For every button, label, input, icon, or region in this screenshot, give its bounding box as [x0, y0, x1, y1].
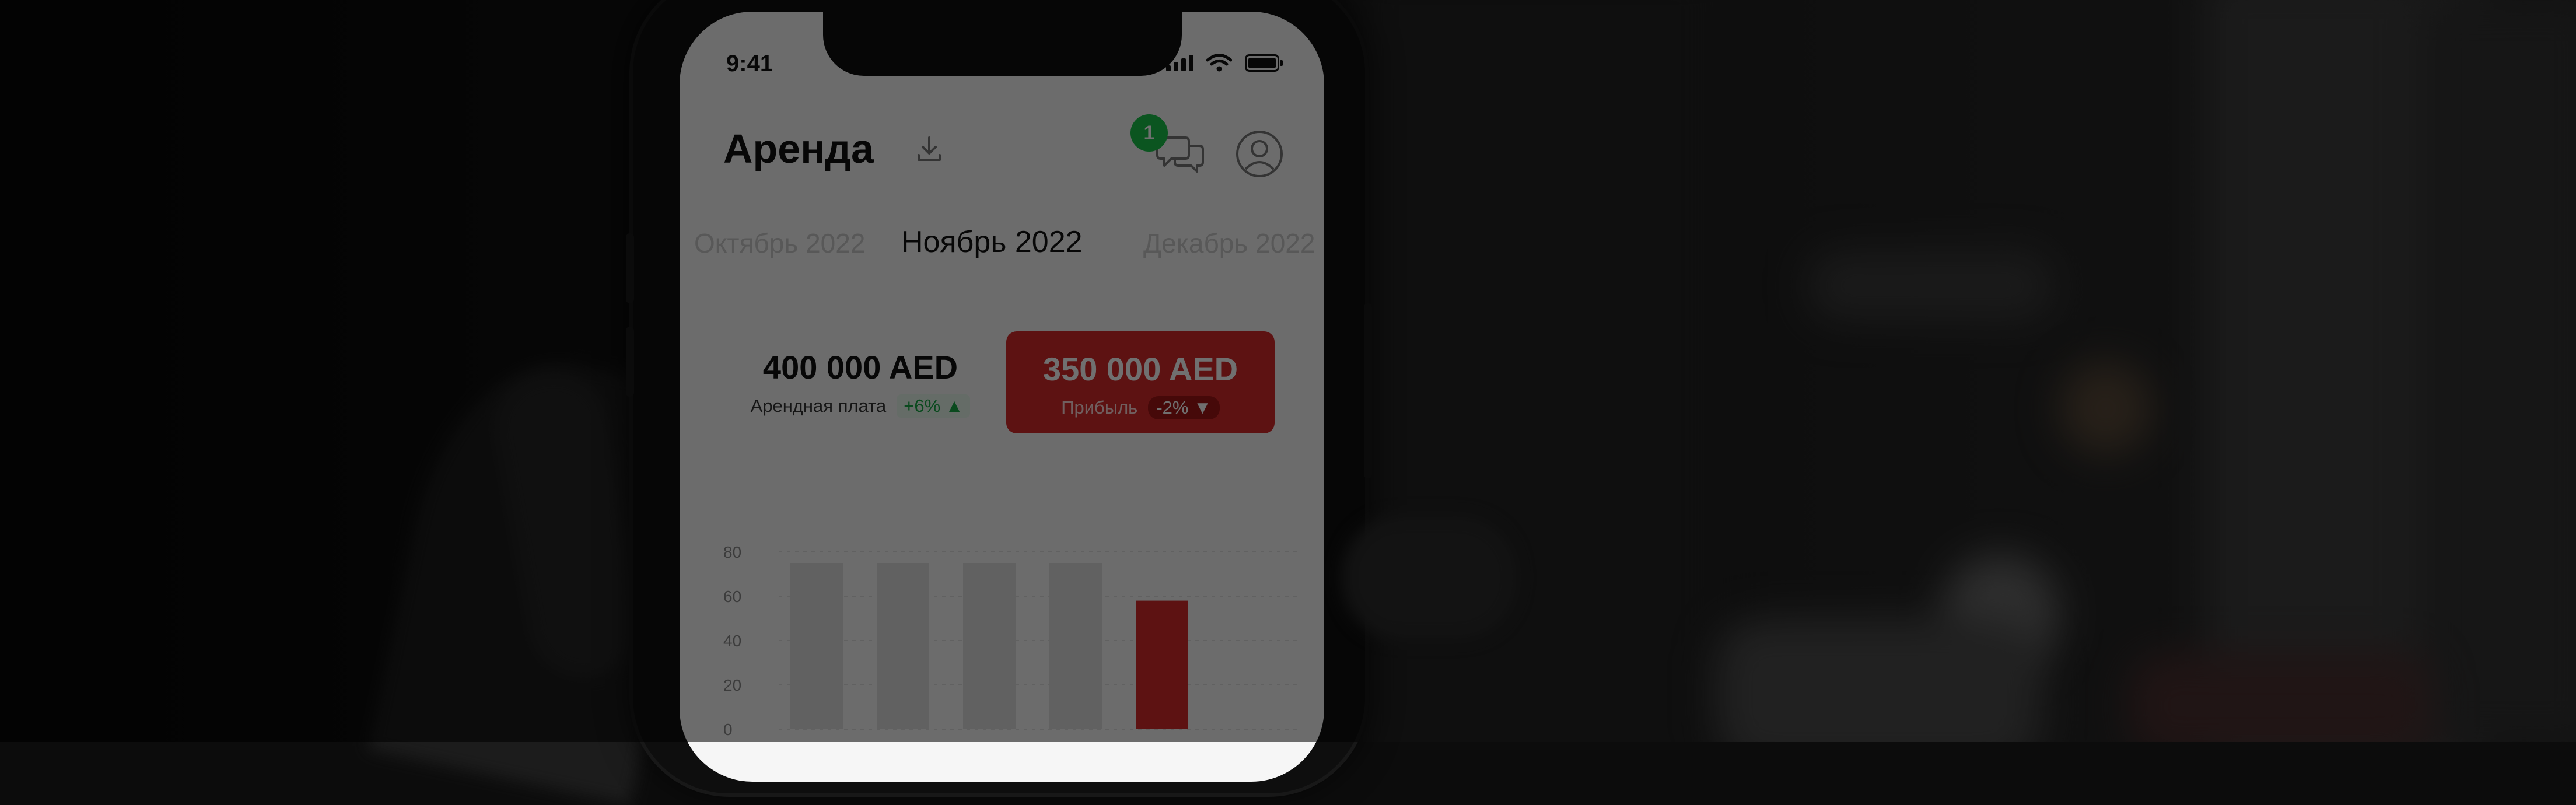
- notification-badge: 1: [1130, 114, 1168, 152]
- volume-button: [626, 233, 634, 303]
- bar[interactable]: [963, 563, 1016, 729]
- profit-label: Прибыль: [1061, 397, 1138, 418]
- profile-icon[interactable]: [1234, 128, 1285, 180]
- bar[interactable]: [1049, 563, 1102, 729]
- status-icons: [1166, 54, 1283, 72]
- y-tick-label: 20: [723, 676, 741, 694]
- hand-finger: [1342, 516, 1517, 639]
- notch: [823, 12, 1182, 76]
- battery-icon: [1245, 54, 1283, 72]
- tab-next-month[interactable]: Декабрь 2022: [1143, 228, 1315, 259]
- rent-label: Арендная плата: [750, 396, 887, 416]
- page-title: Аренда: [723, 126, 874, 172]
- profit-value: 350 000 AED: [1042, 351, 1238, 387]
- rent-stat-card[interactable]: 400 000 AED Арендная плата +6% ▲: [723, 330, 998, 432]
- tab-current-month[interactable]: Ноябрь 2022: [901, 225, 1083, 260]
- bar[interactable]: [790, 563, 843, 729]
- y-tick-label: 80: [723, 543, 741, 561]
- tab-previous-month[interactable]: Октябрь 2022: [694, 228, 865, 259]
- phone-screen: 9:41 Аренда 1 Октябрь 2022 Ноябрь 2022 Д…: [680, 12, 1324, 782]
- rent-value: 400 000 AED: [762, 349, 958, 386]
- wifi-icon: [1206, 54, 1232, 72]
- month-selector: Октябрь 2022 Ноябрь 2022 Декабрь 2022: [680, 225, 1324, 271]
- profit-stat-card[interactable]: 350 000 AED Прибыль -2% ▼: [1006, 331, 1275, 433]
- bar-highlighted[interactable]: [1136, 600, 1188, 729]
- status-time: 9:41: [726, 51, 774, 76]
- download-icon[interactable]: [913, 133, 946, 166]
- bar[interactable]: [877, 563, 929, 729]
- profit-change-badge: -2% ▼: [1148, 396, 1220, 419]
- volume-button: [626, 327, 634, 397]
- rent-change-badge: +6% ▲: [897, 394, 971, 418]
- y-tick-label: 40: [723, 632, 741, 650]
- signal-icon: [1166, 55, 1194, 71]
- y-tick-label: 0: [723, 720, 733, 738]
- power-button: [1364, 303, 1372, 478]
- y-tick-label: 60: [723, 587, 741, 606]
- bar-chart: 0 20 40 60 80: [723, 543, 1298, 738]
